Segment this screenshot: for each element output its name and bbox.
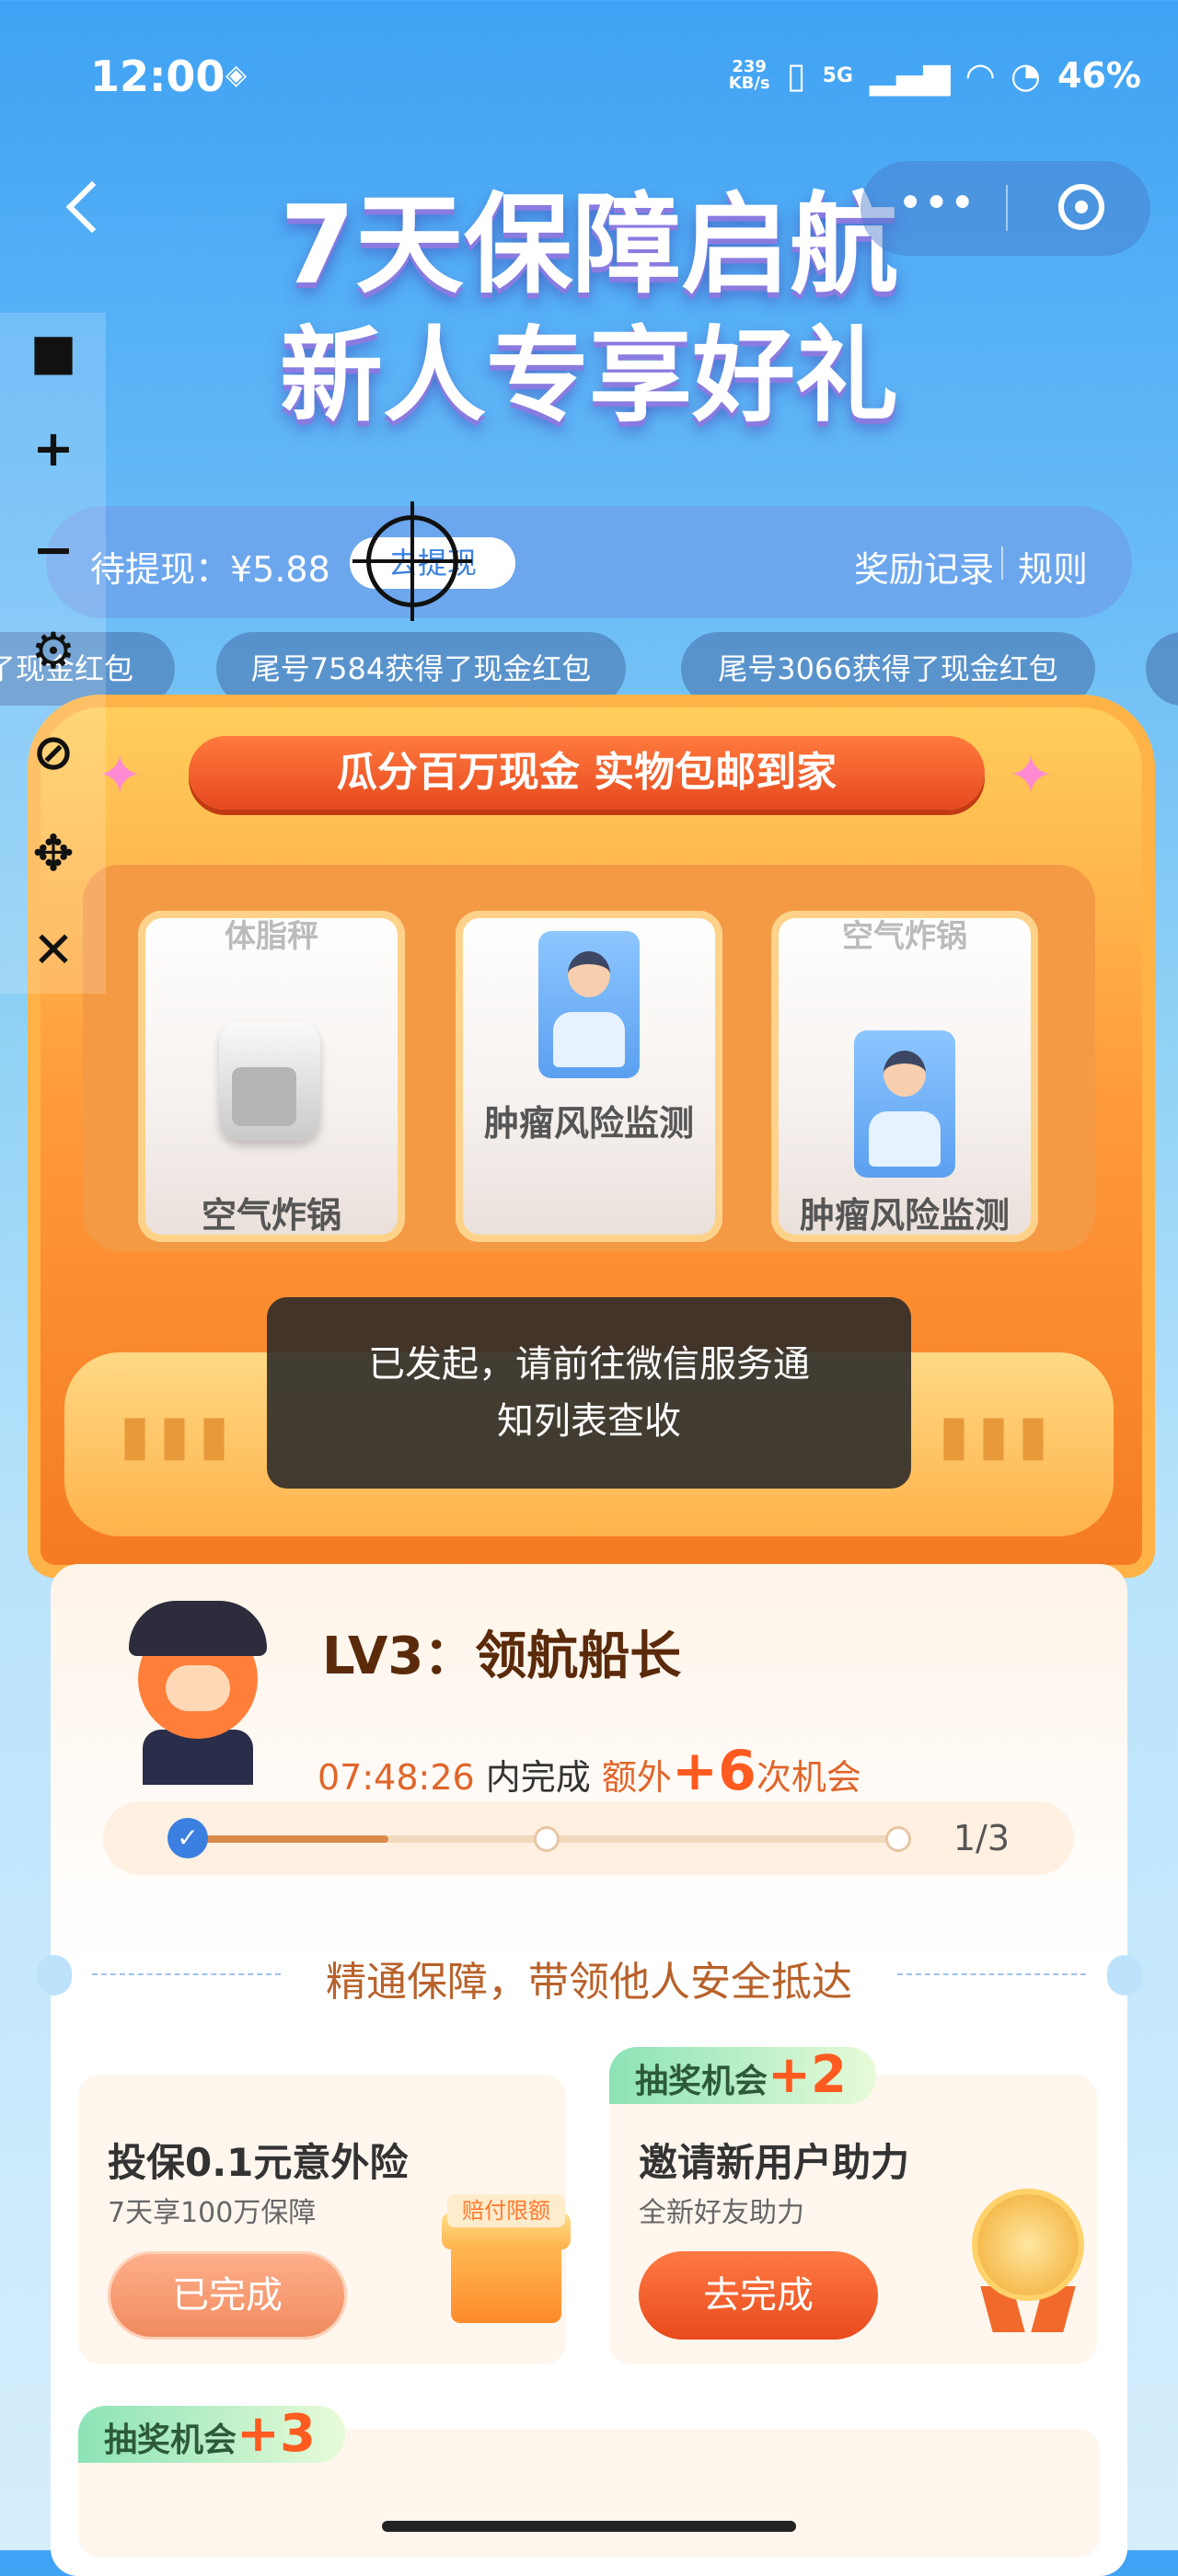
divider: [1001, 546, 1003, 580]
task-card-invite: 邀请新用户助力 全新好友助力 去完成: [609, 2075, 1097, 2364]
status-time: 12:00: [90, 52, 225, 101]
mini-program-capsule: •••: [860, 161, 1150, 256]
network-label: 5G: [822, 63, 853, 87]
signal-icon: ▂▄▆: [869, 55, 951, 96]
close-icon[interactable]: ✕: [28, 925, 79, 976]
machine-banner: 瓜分百万现金 实物包邮到家: [189, 736, 985, 810]
reel-label: 空气炸锅: [201, 1195, 341, 1236]
reel-2: 肿瘤风险监测: [456, 911, 722, 1242]
reel-1: 体脂秤 空气炸锅: [138, 911, 405, 1242]
doctor-card-icon: [854, 1030, 955, 1178]
toast-message: 已发起，请前往微信服务通 知列表查收: [267, 1297, 911, 1489]
task-card-insurance: 投保0.1元意外险 7天享100万保障 已完成 赔付限额: [78, 2075, 571, 2364]
zoom-out-icon[interactable]: −: [28, 524, 79, 576]
back-icon[interactable]: [65, 180, 119, 234]
gift-box-icon: 赔付限额: [442, 2194, 571, 2332]
progress-node: [885, 1826, 911, 1852]
level-progress: ✓ 1/3: [103, 1801, 1074, 1875]
level-title: LV3：领航船长: [322, 1627, 682, 1686]
vibrate-icon: ▯: [786, 55, 806, 96]
stop-icon[interactable]: ■: [28, 327, 79, 378]
reel-3: 空气炸锅 肿瘤风险监测: [771, 911, 1038, 1242]
wifi-icon: ◠: [966, 55, 994, 96]
reel-faded-label: 空气炸锅: [842, 918, 967, 955]
close-target-icon[interactable]: [1058, 184, 1104, 230]
slot-decoration: ▮▮▮: [120, 1403, 239, 1467]
motto-text: 精通保障，带领他人安全抵达: [326, 1959, 852, 2006]
capsule-divider: [1006, 185, 1008, 231]
lottery-tag: 抽奖机会+2: [609, 2047, 876, 2104]
doctor-card-icon: [538, 931, 640, 1078]
zoom-in-icon[interactable]: +: [28, 423, 79, 475]
layers-icon: ◈: [225, 59, 248, 91]
more-icon[interactable]: •••: [897, 178, 976, 229]
progress-fill: [191, 1835, 388, 1843]
balance-bar: 待提现：¥5.88 去提现 奖励记录 规则: [46, 506, 1132, 618]
crosshair-cursor: [352, 501, 472, 621]
sparkle-icon: ✦: [1008, 743, 1055, 808]
move-icon[interactable]: ✥: [28, 828, 79, 880]
hero-title-line2: 新人专享好礼: [280, 316, 898, 436]
lottery-tag: 抽奖机会+3: [78, 2406, 345, 2463]
hide-icon[interactable]: ⊘: [28, 727, 79, 778]
gear-icon[interactable]: ⚙: [28, 626, 79, 677]
status-right: 239 KB/s ▯ 5G ▂▄▆ ◠ ◔ 46%: [729, 55, 1141, 96]
reward-records-link[interactable]: 奖励记录: [854, 541, 994, 592]
completed-button[interactable]: 已完成: [108, 2251, 347, 2340]
reel-label: 肿瘤风险监测: [483, 1103, 694, 1144]
progress-ratio: 1/3: [953, 1818, 1010, 1858]
home-indicator[interactable]: [382, 2521, 796, 2532]
task-title: 投保0.1元意外险: [108, 2140, 409, 2185]
pending-amount: 待提现：¥5.88: [90, 549, 330, 590]
check-icon: ✓: [167, 1818, 208, 1858]
task-subtitle: 全新好友助力: [639, 2197, 804, 2229]
task-subtitle: 7天享100万保障: [108, 2197, 317, 2229]
gift-badge: 赔付限额: [447, 2194, 565, 2227]
battery-level: 46%: [1057, 55, 1141, 96]
go-complete-button[interactable]: 去完成: [639, 2251, 878, 2340]
battery-icon: ◔: [1010, 55, 1042, 96]
medal-icon: [968, 2194, 1079, 2332]
level-countdown: 07:48:26 内完成 额外+6次机会: [318, 1739, 861, 1803]
air-fryer-icon: [219, 1021, 320, 1141]
progress-node: [534, 1826, 560, 1852]
reel-faded-label: 体脂秤: [225, 918, 318, 955]
captain-mascot: [101, 1582, 294, 1785]
ticker-item: [1146, 632, 1178, 706]
task-title: 邀请新用户助力: [639, 2140, 910, 2185]
status-bar: 12:00 ◈ 239 KB/s ▯ 5G ▂▄▆ ◠ ◔ 46%: [0, 0, 1178, 156]
rules-link[interactable]: 规则: [1018, 541, 1088, 592]
net-speed: 239 KB/s: [728, 57, 770, 93]
reel-label: 肿瘤风险监测: [799, 1195, 1010, 1236]
slot-decoration: ▮▮▮: [939, 1403, 1058, 1467]
